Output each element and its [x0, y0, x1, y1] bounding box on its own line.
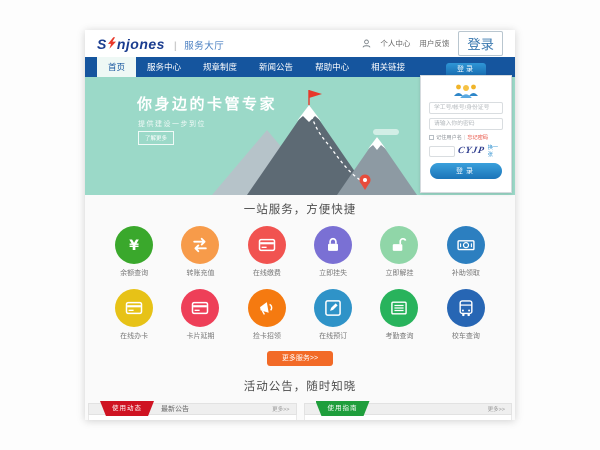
unlock-icon — [380, 226, 418, 264]
service-item[interactable]: 补助领取 — [433, 226, 499, 278]
announcements-section-title: 活动公告，随时知晓 — [85, 378, 515, 394]
services-grid: ¥ 余额查询 转账充值 在线缴费 立即挂失 立即解挂 补助领取 在线办卡 卡片延… — [101, 226, 499, 341]
transfer-icon — [181, 226, 219, 264]
site-window: S njones | 服务大厅 个人中心 用户反馈 登录 首页服务中心规章制度新… — [85, 30, 515, 420]
nav-item[interactable]: 服务中心 — [136, 57, 192, 77]
hero-subtitle: 提供建设一步到位 — [138, 119, 206, 129]
service-item[interactable]: ¥ 余额查询 — [101, 226, 167, 278]
edit-icon — [314, 289, 352, 327]
panel-tab-bar: 使用指南 更多>> — [304, 403, 513, 415]
more-link[interactable]: 更多>> — [272, 405, 289, 413]
nav-item[interactable]: 首页 — [97, 57, 136, 77]
service-label: 立即解挂 — [385, 268, 413, 278]
card-icon — [115, 289, 153, 327]
ribbon-tab-usage-guide[interactable]: 使用指南 — [316, 401, 370, 416]
header-login-button[interactable]: 登录 — [458, 31, 503, 56]
hero-title: 你身边的卡管专家 — [137, 93, 277, 114]
bus-icon — [447, 289, 485, 327]
personal-center-link[interactable]: 个人中心 — [380, 38, 410, 49]
service-item[interactable]: 在线缴费 — [234, 226, 300, 278]
content-area: 一站服务，方便快捷 ¥ 余额查询 转账充值 在线缴费 立即挂失 立即解挂 补助领… — [85, 195, 515, 420]
service-item[interactable]: 在线预订 — [300, 289, 366, 341]
services-section-title: 一站服务，方便快捷 — [85, 201, 515, 217]
logo-tagline: 服务大厅 — [184, 38, 224, 52]
logo-text-rest: njones — [117, 36, 165, 52]
service-label: 卡片延期 — [186, 331, 214, 341]
captcha-refresh-link[interactable]: 换一张 — [488, 144, 503, 158]
user-feedback-link[interactable]: 用户反馈 — [419, 38, 449, 49]
list-icon — [380, 289, 418, 327]
password-input[interactable] — [429, 118, 503, 130]
card-icon — [248, 226, 286, 264]
yuan-icon: ¥ — [115, 226, 153, 264]
service-item[interactable]: 立即解挂 — [366, 226, 432, 278]
service-label: 考勤查询 — [385, 331, 413, 341]
lock-icon — [314, 226, 352, 264]
panel-tab-bar: 使用动态 最新公告 更多>> — [88, 403, 297, 415]
announcement-panel-right: 使用指南 更多>> — [304, 403, 513, 420]
service-label: 在线缴费 — [253, 268, 281, 278]
login-panel: 登录 记住用户名 | 忘记密码 CYJP 换一张 登录 — [420, 63, 512, 193]
service-label: 余额查询 — [120, 268, 148, 278]
service-item[interactable]: 转账充值 — [167, 226, 233, 278]
service-item[interactable]: 在线办卡 — [101, 289, 167, 341]
more-services-button[interactable]: 更多服务>> — [267, 351, 333, 366]
service-label: 立即挂失 — [319, 268, 347, 278]
nav-item[interactable]: 相关链接 — [360, 57, 416, 77]
announcement-panel-left: 使用动态 最新公告 更多>> — [88, 403, 297, 420]
user-icon — [362, 39, 371, 48]
options-separator: | — [464, 135, 465, 141]
hero-cta-button[interactable]: 了解更多 — [138, 131, 174, 145]
forgot-password-link[interactable]: 忘记密码 — [467, 134, 488, 141]
service-item[interactable]: 卡片延期 — [167, 289, 233, 341]
users-group-icon — [452, 82, 480, 99]
service-label: 校车查询 — [452, 331, 480, 341]
service-item[interactable]: 校车查询 — [433, 289, 499, 341]
nav-item[interactable]: 帮助中心 — [304, 57, 360, 77]
card-icon — [181, 289, 219, 327]
login-submit-button[interactable]: 登录 — [430, 163, 502, 179]
latest-announcements-tab[interactable]: 最新公告 — [161, 404, 189, 414]
synjones-logo[interactable]: S njones | 服务大厅 — [97, 36, 224, 52]
service-label: 在线办卡 — [120, 331, 148, 341]
more-link[interactable]: 更多>> — [488, 405, 505, 413]
service-label: 在线预订 — [319, 331, 347, 341]
logo-text-s: S — [97, 36, 107, 52]
lightning-bolt-icon — [108, 37, 116, 49]
remember-label: 记住用户名 — [436, 134, 462, 141]
nav-item[interactable]: 规章制度 — [192, 57, 248, 77]
banknote-icon — [447, 226, 485, 264]
megaphone-icon — [248, 289, 286, 327]
ribbon-tab-usage-news[interactable]: 使用动态 — [100, 401, 154, 416]
svg-text:¥: ¥ — [129, 238, 139, 254]
top-header: S njones | 服务大厅 个人中心 用户反馈 登录 — [85, 30, 515, 57]
service-item[interactable]: 立即挂失 — [300, 226, 366, 278]
service-item[interactable]: 捡卡招领 — [234, 289, 300, 341]
service-label: 补助领取 — [452, 268, 480, 278]
service-item[interactable]: 考勤查询 — [366, 289, 432, 341]
logo-divider: | — [174, 41, 177, 52]
captcha-input[interactable] — [429, 146, 455, 157]
username-input[interactable] — [429, 102, 503, 114]
nav-item[interactable]: 新闻公告 — [248, 57, 304, 77]
captcha-image[interactable]: CYJP — [457, 146, 485, 156]
service-label: 转账充值 — [186, 268, 214, 278]
remember-checkbox[interactable] — [429, 135, 434, 140]
service-label: 捡卡招领 — [253, 331, 281, 341]
